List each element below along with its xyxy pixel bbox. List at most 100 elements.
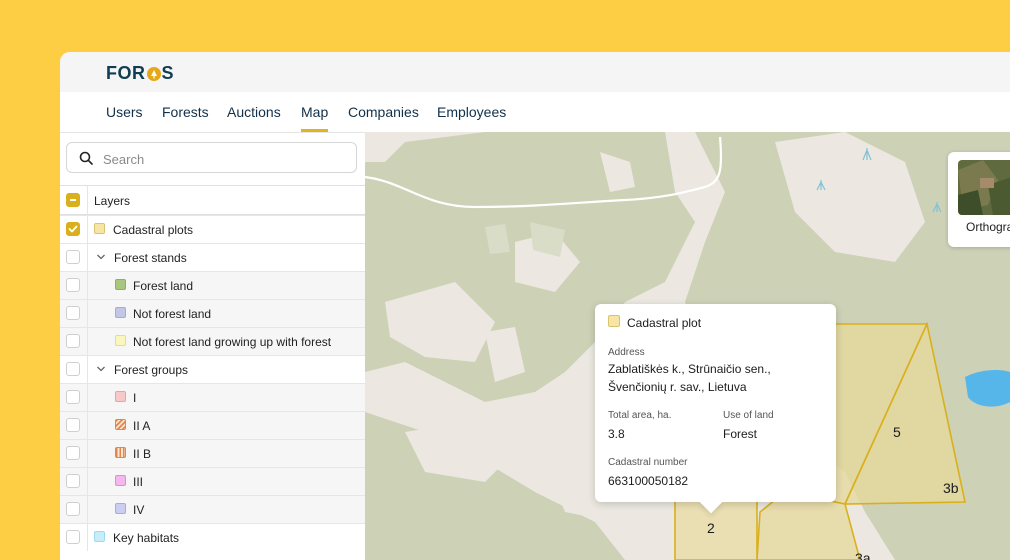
layer-label: Not forest land growing up with forest bbox=[133, 335, 332, 349]
cadastral-plot-swatch bbox=[608, 315, 620, 327]
search-input[interactable] bbox=[101, 147, 345, 171]
logo-text-right: S bbox=[161, 63, 175, 83]
layer-label: II B bbox=[133, 447, 152, 461]
app-window: FOR S Users Forests Auctions Map Compani… bbox=[60, 52, 1010, 560]
layer-label: Not forest land bbox=[133, 307, 212, 321]
layer-row-forest-stands[interactable]: Forest stands bbox=[60, 243, 365, 271]
checkbox-cell bbox=[60, 356, 88, 383]
search-icon bbox=[79, 151, 93, 165]
layers-header-row: Layers bbox=[60, 185, 365, 215]
nav-map[interactable]: Map bbox=[301, 104, 329, 132]
group-iib-checkbox[interactable] bbox=[66, 446, 80, 460]
orthophoto-thumbnail bbox=[958, 160, 1010, 215]
layer-label: Cadastral plots bbox=[113, 223, 194, 237]
nav-auctions[interactable]: Auctions bbox=[227, 104, 281, 120]
layer-row-not-forest-land[interactable]: Not forest land bbox=[60, 299, 365, 327]
layers-header: Layers bbox=[94, 194, 131, 208]
search-box bbox=[66, 142, 357, 173]
forest-land-swatch bbox=[115, 279, 126, 290]
group-i-swatch bbox=[115, 391, 126, 402]
layer-row-not-forest-growing[interactable]: Not forest land growing up with forest bbox=[60, 327, 365, 355]
top-bar: FOR S bbox=[60, 52, 1010, 92]
layer-label: I bbox=[133, 391, 137, 405]
layer-row-cadastral-plots[interactable]: Cadastral plots bbox=[60, 215, 365, 243]
not-forest-land-swatch bbox=[115, 307, 126, 318]
group-iia-checkbox[interactable] bbox=[66, 418, 80, 432]
checkbox-cell bbox=[60, 496, 88, 523]
layer-label: Forest groups bbox=[114, 363, 189, 377]
basemap-label: Orthogra bbox=[966, 220, 1010, 234]
checkbox-cell bbox=[60, 186, 88, 214]
plot-label-3a: 3a bbox=[855, 550, 871, 560]
layer-label: Forest land bbox=[133, 279, 194, 293]
layers-sidebar: Layers Cadastral plots Forest stands For… bbox=[60, 133, 366, 560]
use-value: Forest bbox=[723, 427, 758, 441]
layer-row-group-iii[interactable]: III bbox=[60, 467, 365, 495]
layer-row-forest-groups[interactable]: Forest groups bbox=[60, 355, 365, 383]
plot-label-3b: 3b bbox=[943, 480, 959, 496]
nav-companies[interactable]: Companies bbox=[348, 104, 419, 120]
plot-info-popup: Cadastral plot Address Zablatiškės k., S… bbox=[595, 304, 836, 502]
checkbox-cell bbox=[60, 272, 88, 299]
layer-label: II A bbox=[133, 419, 151, 433]
layers-select-all-checkbox[interactable] bbox=[66, 193, 80, 207]
key-habitats-swatch bbox=[94, 531, 105, 542]
layer-list: Layers Cadastral plots Forest stands For… bbox=[60, 185, 365, 551]
group-iii-checkbox[interactable] bbox=[66, 474, 80, 488]
layer-label: Key habitats bbox=[113, 531, 180, 545]
address-line-1: Zablatiškės k., Strūnaičio sen., bbox=[608, 362, 771, 376]
plot-label-2: 2 bbox=[707, 520, 715, 536]
app-logo[interactable]: FOR S bbox=[106, 63, 174, 84]
layer-row-group-iib[interactable]: II B bbox=[60, 439, 365, 467]
checkbox-cell bbox=[60, 524, 88, 551]
layer-row-group-iv[interactable]: IV bbox=[60, 495, 365, 523]
checkbox-cell bbox=[60, 300, 88, 327]
checkbox-cell bbox=[60, 440, 88, 467]
layer-row-forest-land[interactable]: Forest land bbox=[60, 271, 365, 299]
cadastral-plots-checkbox[interactable] bbox=[66, 222, 80, 236]
layer-label: IV bbox=[133, 503, 145, 517]
main-nav: Users Forests Auctions Map Companies Emp… bbox=[60, 92, 1010, 133]
checkbox-cell bbox=[60, 328, 88, 355]
checkbox-cell bbox=[60, 384, 88, 411]
forest-land-checkbox[interactable] bbox=[66, 278, 80, 292]
use-label: Use of land bbox=[723, 410, 774, 421]
layer-row-group-iia[interactable]: II A bbox=[60, 411, 365, 439]
chevron-down-icon[interactable] bbox=[96, 252, 106, 262]
key-habitats-checkbox[interactable] bbox=[66, 530, 80, 544]
checkbox-cell bbox=[60, 244, 88, 271]
basemap-toggle[interactable]: Orthogra bbox=[948, 152, 1010, 247]
plot-label-5: 5 bbox=[893, 424, 901, 440]
cadastral-swatch bbox=[94, 223, 105, 234]
address-line-2: Švenčionių r. sav., Lietuva bbox=[608, 380, 747, 394]
nav-forests[interactable]: Forests bbox=[162, 104, 209, 120]
group-iii-swatch bbox=[115, 475, 126, 486]
cadastral-number-value: 663100050182 bbox=[608, 474, 689, 488]
not-forest-growing-swatch bbox=[115, 335, 126, 346]
group-iia-swatch bbox=[115, 419, 126, 430]
layer-label: Forest stands bbox=[114, 251, 187, 265]
not-forest-land-checkbox[interactable] bbox=[66, 306, 80, 320]
group-iib-swatch bbox=[115, 447, 126, 458]
tree-logo-icon bbox=[146, 66, 161, 81]
layer-row-key-habitats[interactable]: Key habitats bbox=[60, 523, 365, 551]
chevron-down-icon[interactable] bbox=[96, 364, 106, 374]
checkbox-cell bbox=[60, 412, 88, 439]
forest-groups-checkbox[interactable] bbox=[66, 362, 80, 376]
layer-row-group-i[interactable]: I bbox=[60, 383, 365, 411]
not-forest-growing-checkbox[interactable] bbox=[66, 334, 80, 348]
forest-stands-checkbox[interactable] bbox=[66, 250, 80, 264]
checkbox-cell bbox=[60, 468, 88, 495]
nav-employees[interactable]: Employees bbox=[437, 104, 506, 120]
group-i-checkbox[interactable] bbox=[66, 390, 80, 404]
checkbox-cell bbox=[60, 216, 88, 243]
nav-users[interactable]: Users bbox=[106, 104, 143, 120]
area-value: 3.8 bbox=[608, 427, 625, 441]
cadastral-number-label: Cadastral number bbox=[608, 457, 688, 468]
group-iv-checkbox[interactable] bbox=[66, 502, 80, 516]
group-iv-swatch bbox=[115, 503, 126, 514]
logo-text-left: FOR bbox=[106, 63, 146, 83]
address-label: Address bbox=[608, 347, 645, 358]
layer-label: III bbox=[133, 475, 144, 489]
area-label: Total area, ha. bbox=[608, 410, 672, 421]
